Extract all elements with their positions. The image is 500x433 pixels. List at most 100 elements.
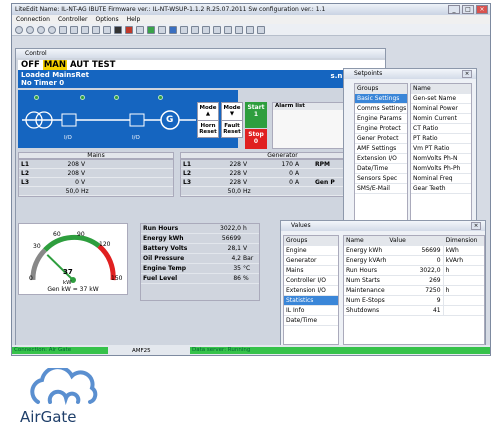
- values-group-item[interactable]: Date/Time: [284, 316, 338, 326]
- lock-icon[interactable]: [202, 25, 210, 34]
- firmware-icon[interactable]: [92, 25, 100, 34]
- gen-l1-label: L1: [183, 160, 191, 168]
- setpoint-name-item[interactable]: PT Ratio: [411, 134, 471, 144]
- mode-down-label: Mode: [223, 105, 241, 111]
- mains-io-label[interactable]: I/O: [64, 135, 72, 141]
- menu-help[interactable]: Help: [127, 16, 141, 23]
- values-group-item[interactable]: Generator: [284, 256, 338, 266]
- gen-l1-unit: V: [243, 160, 248, 168]
- setpoint-name-item[interactable]: Nominal Power: [411, 104, 471, 114]
- menu-options[interactable]: Options: [95, 16, 118, 23]
- export-icon[interactable]: [70, 25, 78, 34]
- mains-row: L3 0 V: [19, 178, 173, 187]
- save-icon[interactable]: [48, 25, 56, 34]
- unlock-icon[interactable]: [213, 25, 221, 34]
- mains-row: L1 208 V: [19, 160, 173, 169]
- setpoint-name-item[interactable]: Gear Teeth: [411, 184, 471, 194]
- settings-icon[interactable]: [103, 25, 111, 34]
- setpoint-group-item[interactable]: Basic Settings: [355, 94, 407, 104]
- values-group-item[interactable]: Mains: [284, 266, 338, 276]
- user-icon[interactable]: [224, 25, 232, 34]
- help-icon[interactable]: [257, 25, 265, 34]
- setpoint-name-item[interactable]: Gen-set Name: [411, 94, 471, 104]
- connect-icon[interactable]: [15, 25, 23, 34]
- values-row-unit: h: [442, 285, 484, 296]
- monitor-icon[interactable]: [158, 25, 166, 34]
- start-button[interactable]: Start 1: [245, 102, 267, 128]
- disconnect-icon[interactable]: [26, 25, 34, 34]
- values-row[interactable]: Num Starts 269: [344, 275, 484, 286]
- values-row-name: Run Hours: [346, 267, 377, 274]
- setpoint-group-item[interactable]: Comms Settings: [355, 104, 407, 114]
- mode-off[interactable]: OFF: [21, 60, 40, 70]
- menu-controller[interactable]: Controller: [58, 16, 88, 23]
- values-group-item[interactable]: Engine: [284, 246, 338, 256]
- info-icon[interactable]: [169, 25, 177, 34]
- maximize-button[interactable]: □: [462, 5, 474, 14]
- values-row[interactable]: Num E-Stops 9: [344, 295, 484, 306]
- setpoint-group-item[interactable]: SMS/E-Mail: [355, 184, 407, 194]
- values-row-value: 269: [429, 277, 441, 284]
- print-icon[interactable]: [59, 25, 67, 34]
- mode-test[interactable]: TEST: [92, 60, 116, 70]
- alarm-icon[interactable]: [125, 25, 133, 34]
- gen-l3-current: 0: [289, 178, 293, 186]
- import-icon[interactable]: [81, 25, 89, 34]
- setpoint-name-item[interactable]: Vm PT Ratio: [411, 144, 471, 154]
- setpoints-close-button[interactable]: ×: [462, 70, 472, 78]
- horn-reset-button[interactable]: Horn Reset: [197, 120, 219, 138]
- setpoint-name-item[interactable]: Nomin Current: [411, 114, 471, 124]
- values-group-item[interactable]: Controller I/O: [284, 276, 338, 286]
- values-close-button[interactable]: ×: [471, 222, 481, 230]
- window-title: LiteEdit Name: IL-NT-AG IBUTE Firmware v…: [15, 6, 326, 13]
- mode-aut[interactable]: AUT: [70, 60, 89, 70]
- status-controller: AMF25: [132, 347, 151, 354]
- values-group-item[interactable]: Statistics: [284, 296, 338, 306]
- config-icon[interactable]: [246, 25, 254, 34]
- setpoint-group-item[interactable]: Extension I/O: [355, 154, 407, 164]
- setpoint-name-item[interactable]: Nominal Freq: [411, 174, 471, 184]
- values-row[interactable]: Maintenance 7250 h: [344, 285, 484, 296]
- search-icon[interactable]: [235, 25, 243, 34]
- values-row[interactable]: Shutdowns 41: [344, 305, 484, 316]
- airgate-logo: AirGate: [20, 365, 110, 428]
- gen-l2-label: L2: [183, 169, 191, 177]
- setpoint-group-item[interactable]: Gener Protect: [355, 134, 407, 144]
- mode-man[interactable]: MAN: [42, 60, 67, 70]
- setpoint-group-item[interactable]: Engine Protect: [355, 124, 407, 134]
- values-group-item[interactable]: Extension I/O: [284, 286, 338, 296]
- setpoint-group-item[interactable]: Engine Params: [355, 114, 407, 124]
- setpoint-group-item[interactable]: Sensors Spec: [355, 174, 407, 184]
- values-row-value: 7250: [425, 287, 441, 294]
- stop-button[interactable]: Stop 0: [245, 129, 267, 149]
- values-group-item[interactable]: IL Info: [284, 306, 338, 316]
- values-row[interactable]: Run Hours 3022,0 h: [344, 265, 484, 276]
- menu-connection[interactable]: Connection: [16, 16, 50, 23]
- key-icon[interactable]: [191, 25, 199, 34]
- menu-bar: Connection Controller Options Help: [12, 15, 490, 24]
- mains-l2-unit: V: [81, 169, 86, 177]
- setpoint-name-item[interactable]: NomVolts Ph-N: [411, 154, 471, 164]
- values-row-unit: kVArh: [442, 255, 484, 266]
- setpoint-group-item[interactable]: Date/Time: [355, 164, 407, 174]
- setpoint-group-item[interactable]: AMF Settings: [355, 144, 407, 154]
- window-icon[interactable]: [136, 25, 144, 34]
- fault-reset-button[interactable]: Fault Reset: [221, 120, 243, 138]
- open-icon[interactable]: [37, 25, 45, 34]
- minimize-button[interactable]: _: [448, 5, 460, 14]
- setpoint-name-item[interactable]: CT Ratio: [411, 124, 471, 134]
- values-window: Values × Groups Engine Generator Mains Co…: [280, 220, 486, 346]
- values-row-value: 56699: [421, 247, 441, 254]
- tool-icon[interactable]: [180, 25, 188, 34]
- generator-icon: G: [166, 115, 174, 125]
- values-row-name: Num Starts: [346, 277, 380, 284]
- values-row[interactable]: Energy kWh 56699 kWh: [344, 245, 484, 256]
- close-button[interactable]: ×: [476, 5, 488, 14]
- gen-l1-value: 228: [229, 160, 241, 168]
- run-icon[interactable]: [147, 25, 155, 34]
- history-icon[interactable]: [114, 25, 122, 34]
- setpoint-name-item[interactable]: NomVolts Ph-Ph: [411, 164, 471, 174]
- values-row[interactable]: Energy kVArh 0 kVArh: [344, 255, 484, 266]
- values-value-header: Value: [389, 237, 406, 244]
- gen-io-label[interactable]: I/O: [132, 135, 140, 141]
